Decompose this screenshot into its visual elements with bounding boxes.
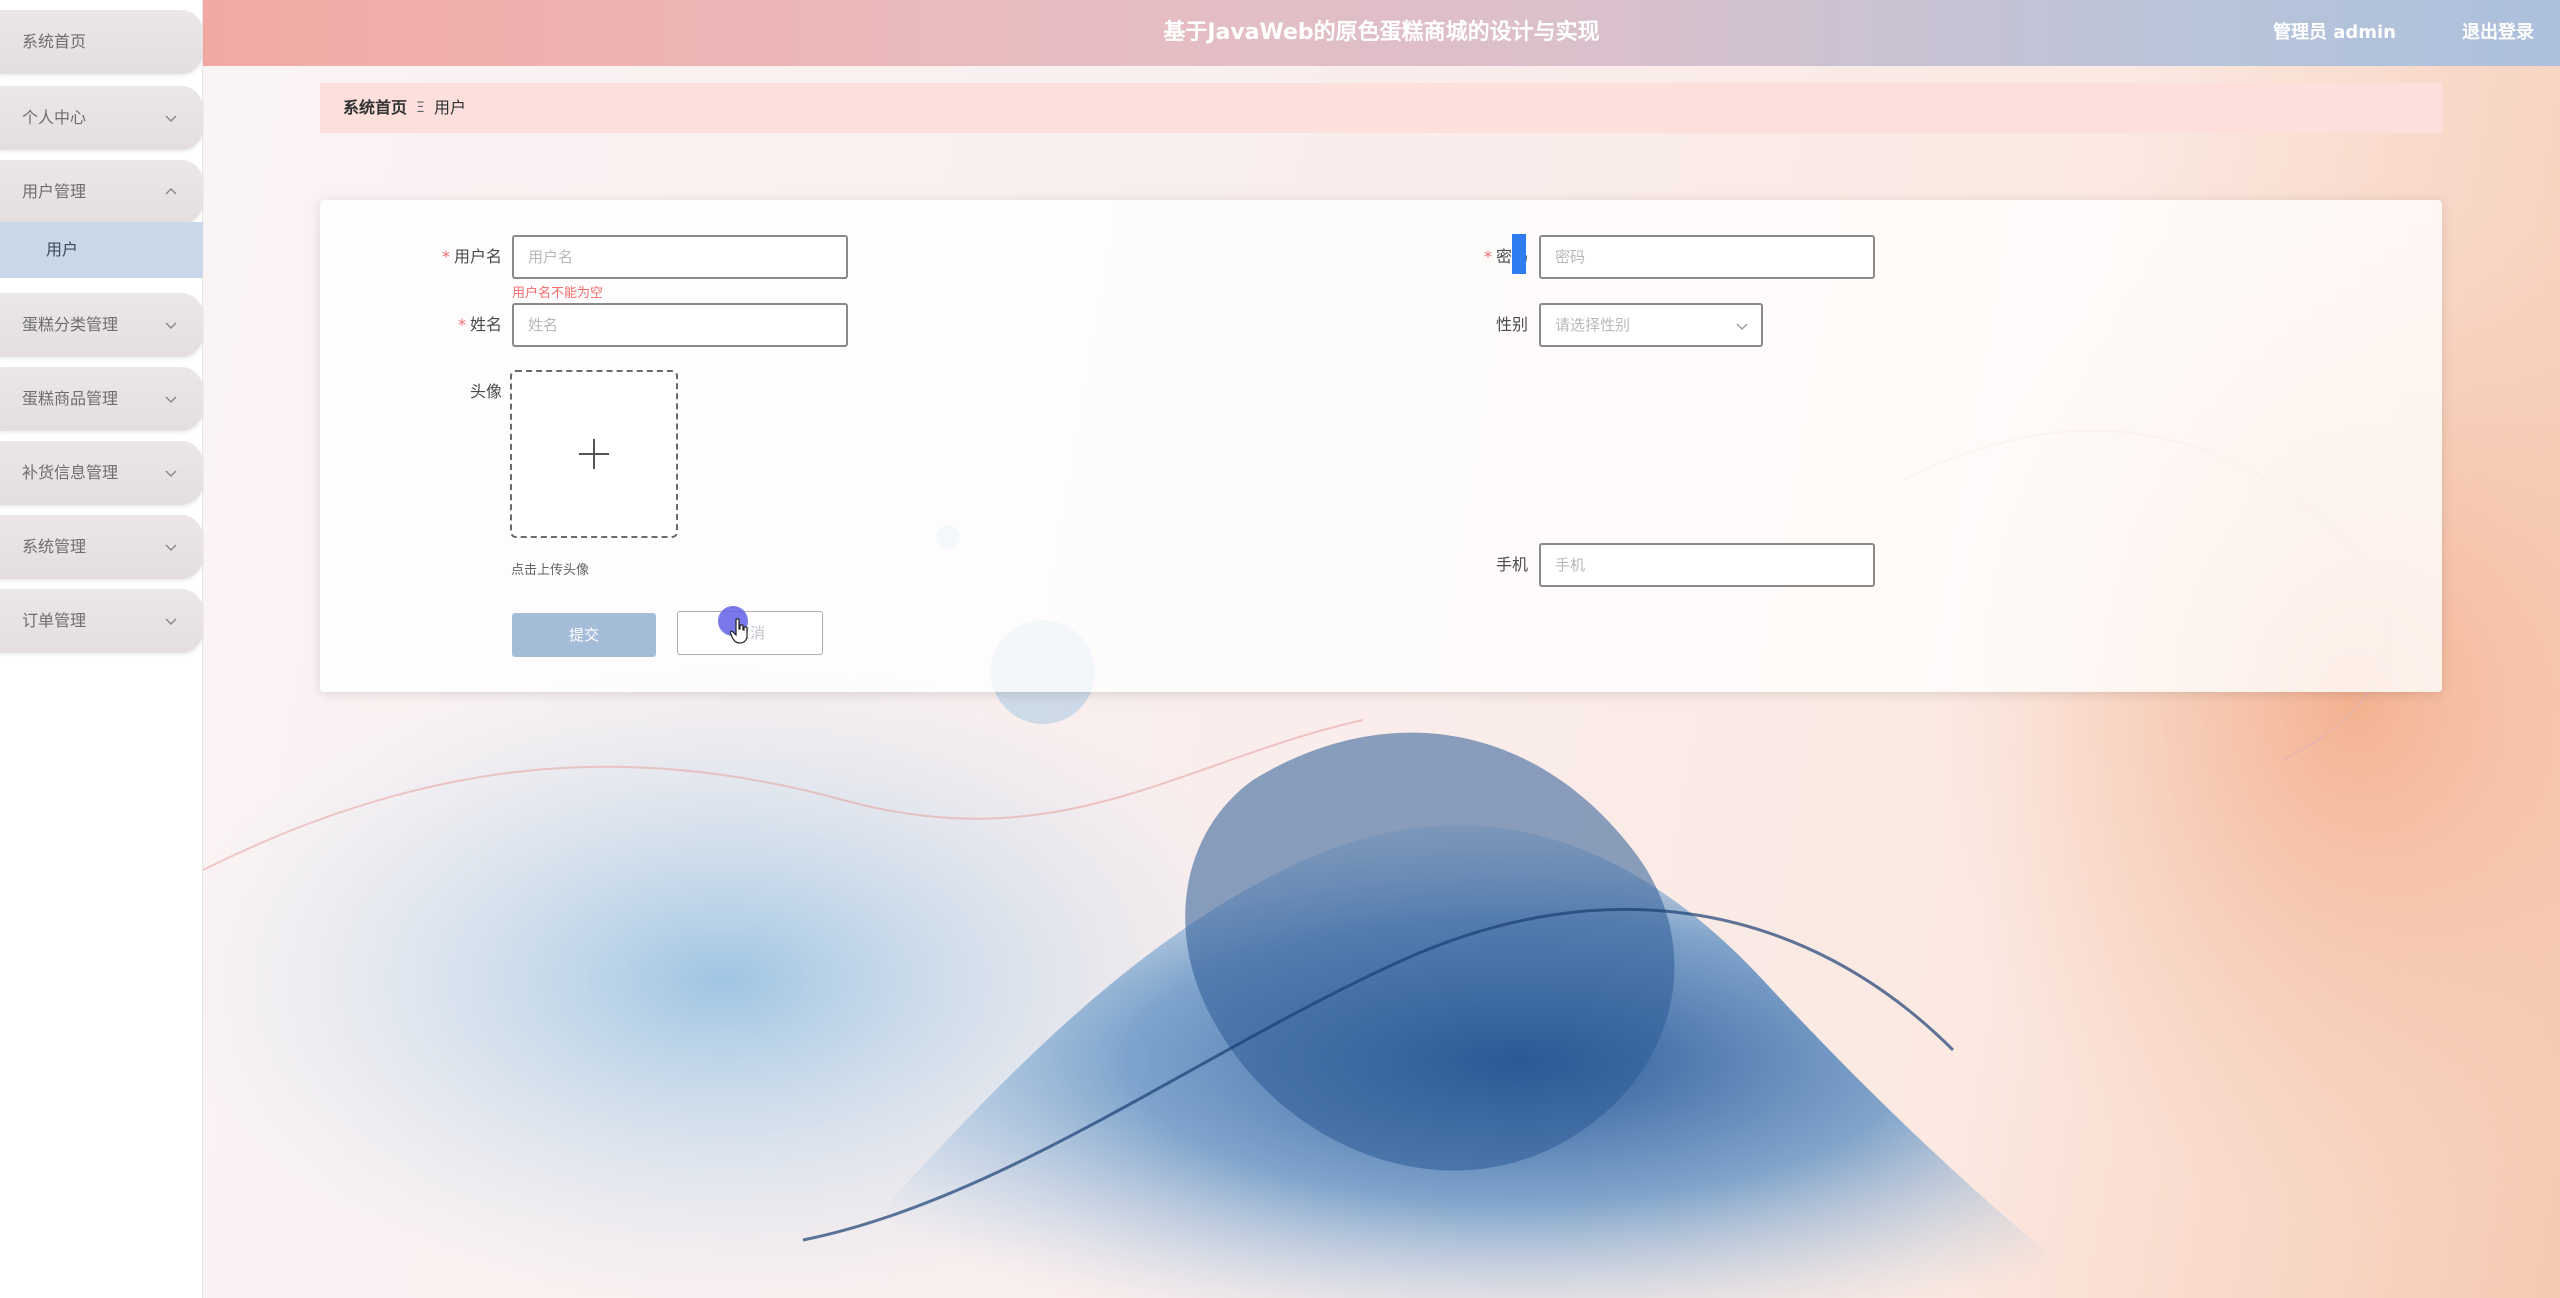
chevron-down-icon bbox=[165, 322, 177, 330]
sidebar-item-label: 系统管理 bbox=[22, 537, 87, 556]
username-error: 用户名不能为空 bbox=[512, 286, 604, 301]
plus-icon bbox=[579, 439, 609, 469]
submit-button[interactable]: 提交 bbox=[512, 613, 656, 657]
sidebar-item-cake-products[interactable]: 蛋糕商品管理 bbox=[0, 367, 203, 431]
avatar-label: 头像 bbox=[469, 382, 502, 401]
gender-label: 性别 bbox=[1495, 315, 1528, 334]
avatar-upload-tip: 点击上传头像 bbox=[511, 563, 590, 578]
password-label: *密码 bbox=[1410, 235, 1528, 279]
logout-link[interactable]: 退出登录 bbox=[2462, 0, 2534, 66]
sidebar: 系统首页 个人中心 用户管理 用户 蛋糕分类管理 蛋糕商品管理 补货信息管理 系… bbox=[0, 0, 203, 1298]
sidebar-subitem-users[interactable]: 用户 bbox=[0, 222, 203, 278]
sidebar-item-label: 订单管理 bbox=[22, 611, 87, 630]
gender-select[interactable]: 请选择性别 bbox=[1539, 303, 1763, 347]
required-mark: * bbox=[457, 315, 466, 334]
chevron-down-icon bbox=[165, 396, 177, 404]
avatar-upload[interactable] bbox=[510, 370, 678, 538]
password-input[interactable] bbox=[1539, 235, 1875, 279]
sidebar-item-label: 蛋糕商品管理 bbox=[22, 389, 119, 408]
username-input[interactable] bbox=[512, 235, 848, 279]
hand-cursor-icon bbox=[730, 618, 748, 644]
sidebar-item-personal-center[interactable]: 个人中心 bbox=[0, 86, 203, 150]
sidebar-item-orders[interactable]: 订单管理 bbox=[0, 589, 203, 653]
sidebar-subitem-label: 用户 bbox=[46, 240, 79, 259]
gender-select-placeholder: 请选择性别 bbox=[1555, 316, 1631, 334]
chevron-down-icon bbox=[165, 115, 177, 123]
breadcrumb-current: 用户 bbox=[434, 98, 467, 117]
name-label: * 姓名 bbox=[457, 315, 502, 334]
chevron-down-icon bbox=[1736, 323, 1748, 331]
top-header: 基于JavaWeb的原色蛋糕商城的设计与实现 管理员 admin 退出登录 bbox=[203, 0, 2560, 66]
sidebar-item-label: 个人中心 bbox=[22, 108, 87, 127]
chevron-down-icon bbox=[165, 470, 177, 478]
sidebar-item-cake-category[interactable]: 蛋糕分类管理 bbox=[0, 293, 203, 357]
sidebar-item-restock[interactable]: 补货信息管理 bbox=[0, 441, 203, 505]
sidebar-item-label: 补货信息管理 bbox=[22, 463, 119, 482]
sidebar-item-user-management[interactable]: 用户管理 bbox=[0, 160, 203, 224]
required-mark: * bbox=[1483, 247, 1492, 266]
sidebar-item-system[interactable]: 系统管理 bbox=[0, 515, 203, 579]
chevron-down-icon bbox=[165, 544, 177, 552]
required-mark: * bbox=[441, 247, 450, 266]
user-form-card: *用户名 用户名不能为空 *密码 *姓名 性别 请选择性别 头像 点击上传头像 … bbox=[320, 200, 2442, 692]
cancel-button[interactable]: 取消 bbox=[677, 611, 823, 655]
breadcrumb-separator: Ξ bbox=[416, 100, 425, 116]
sidebar-item-home[interactable]: 系统首页 bbox=[0, 10, 203, 74]
sidebar-item-label: 系统首页 bbox=[22, 32, 87, 51]
breadcrumb-home[interactable]: 系统首页 bbox=[343, 83, 407, 133]
breadcrumb: 系统首页 Ξ 用户 bbox=[320, 83, 2442, 133]
phone-label: 手机 bbox=[1495, 555, 1528, 574]
phone-input[interactable] bbox=[1539, 543, 1875, 587]
chevron-down-icon bbox=[165, 618, 177, 626]
sidebar-item-label: 蛋糕分类管理 bbox=[22, 315, 119, 334]
text-selection-caret bbox=[1512, 234, 1526, 274]
sidebar-item-label: 用户管理 bbox=[22, 182, 87, 201]
chevron-up-icon bbox=[165, 187, 177, 195]
current-user: 管理员 admin bbox=[2272, 22, 2396, 43]
username-label: * 用户名 bbox=[441, 247, 502, 266]
app-title: 基于JavaWeb的原色蛋糕商城的设计与实现 bbox=[1163, 20, 1600, 45]
name-input[interactable] bbox=[512, 303, 848, 347]
